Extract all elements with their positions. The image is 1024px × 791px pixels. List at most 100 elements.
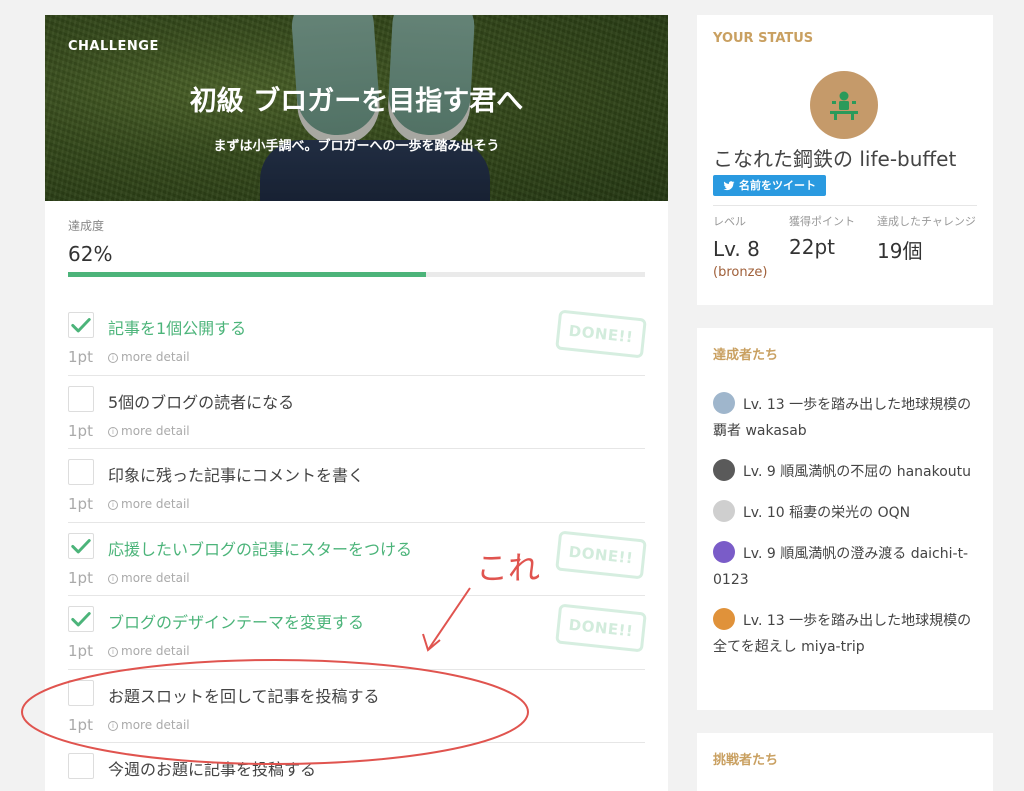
progress-bar-fill	[68, 272, 426, 277]
achiever-text[interactable]: Lv. 13 一歩を踏み出した地球規模の全てを超えし miya-trip	[713, 613, 971, 655]
more-detail-label: more detail	[121, 717, 190, 732]
info-icon: i	[108, 353, 118, 363]
challengers-heading: 挑戦者たち	[713, 753, 779, 768]
level-rank: (bronze)	[713, 265, 768, 280]
achiever-avatar[interactable]	[713, 459, 735, 481]
more-detail-label: more detail	[121, 423, 190, 438]
challenge-hero-image: CHALLENGE 初級 ブロガーを目指す君へ まずは小手調べ。ブロガーへの一歩…	[45, 15, 668, 201]
task-points: 1pt	[68, 421, 93, 440]
user-title-name: こなれた鋼鉄の life-buffet	[713, 147, 957, 171]
progress-label: 達成度	[68, 219, 105, 233]
challenge-card: CHALLENGE 初級 ブロガーを目指す君へ まずは小手調べ。ブロガーへの一歩…	[45, 15, 668, 791]
achiever-text[interactable]: Lv. 9 順風満帆の澄み渡る daichi-t-0123	[713, 546, 968, 588]
stat-challenges: 達成したチャレンジ 19個	[877, 215, 977, 264]
achiever-item[interactable]: Lv. 9 順風満帆の不屈の hanakoutu	[713, 459, 983, 485]
tweet-button-label: 名前をツイート	[739, 179, 816, 192]
task-row: 今週のお題に記事を投稿する1ptimore detail	[68, 743, 645, 791]
stat-points: 獲得ポイント 22pt	[789, 215, 859, 259]
challenge-title: 初級 ブロガーを目指す君へ	[189, 86, 524, 117]
task-label[interactable]: 5個のブログの読者になる	[108, 389, 294, 413]
task-list: 記事を1個公開する 1pt i more detail DONE!! 5個のブログの読者に…	[68, 302, 647, 791]
more-detail-link[interactable]: i more detail	[108, 497, 190, 511]
more-detail-link[interactable]: i more detail	[108, 424, 190, 438]
task-checkbox[interactable]	[68, 312, 94, 338]
checkmark-icon	[71, 318, 91, 333]
more-detail-label: more detail	[121, 350, 190, 364]
task-row: お題スロットを回して記事を投稿する 1pt i more detail	[68, 670, 645, 743]
more-detail-link[interactable]: i more detail	[108, 571, 190, 585]
task-checkbox[interactable]	[68, 532, 94, 559]
achiever-item[interactable]: Lv. 13 一歩を踏み出した地球規模の全てを超えし miya-trip	[713, 608, 983, 660]
task-label[interactable]: 今週のお題に記事を投稿する	[108, 756, 316, 780]
task-label[interactable]: 記事を1個公開する	[108, 315, 246, 339]
info-icon: i	[108, 720, 118, 731]
task-row: 5個のブログの読者になる 1pt i more detail	[68, 376, 645, 449]
achievers-card: 達成者たち Lv. 13 一歩を踏み出した地球規模の覇者 wakasab Lv. …	[697, 328, 993, 710]
task-checkbox[interactable]	[68, 385, 94, 412]
level-value: Lv. 8	[713, 237, 760, 261]
more-detail-label: more detail	[121, 570, 190, 585]
more-detail-link[interactable]: i more detail	[108, 644, 190, 658]
twitter-bird-icon	[723, 180, 735, 190]
checkmark-icon	[71, 538, 91, 553]
user-avatar[interactable]	[810, 71, 878, 139]
achiever-avatar[interactable]	[713, 608, 735, 630]
task-points: 1pt	[68, 568, 93, 587]
challengers-card: 挑戦者たち	[697, 733, 993, 791]
done-stamp: DONE!!	[555, 309, 647, 359]
achiever-text[interactable]: Lv. 13 一歩を踏み出した地球規模の覇者 wakasab	[713, 397, 971, 439]
checkmark-icon	[71, 612, 91, 627]
achiever-text[interactable]: Lv. 10 稲妻の栄光の OQN	[743, 505, 910, 521]
achiever-avatar[interactable]	[713, 541, 735, 563]
achievers-heading: 達成者たち	[713, 348, 779, 363]
task-checkbox[interactable]	[68, 753, 94, 779]
annotation-label: これ	[476, 549, 541, 587]
task-row: 応援したいブログの記事にスターをつける 1pt i more detail DONE!!	[68, 523, 647, 596]
achiever-item[interactable]: Lv. 9 順風満帆の澄み渡る daichi-t-0123	[713, 541, 983, 593]
done-stamp: DONE!!	[555, 530, 647, 579]
more-detail-link[interactable]: i more detail	[108, 350, 190, 364]
points-value: 22pt	[789, 235, 835, 259]
task-checkbox[interactable]	[68, 679, 94, 706]
more-detail-label: more detail	[121, 497, 190, 511]
person-at-desk-icon	[830, 91, 858, 120]
level-label: レベル	[713, 215, 746, 228]
task-points: 1pt	[68, 348, 93, 366]
task-points: 1pt	[68, 495, 93, 513]
task-label[interactable]: 応援したいブログの記事にスターをつける	[108, 536, 412, 560]
more-detail-link[interactable]: i more detail	[108, 718, 190, 732]
task-label[interactable]: お題スロットを回して記事を投稿する	[108, 683, 380, 707]
task-points: 1pt	[68, 715, 93, 734]
status-heading: YOUR STATUS	[713, 31, 814, 46]
status-divider	[713, 205, 977, 206]
progress-section: 達成度 62%	[68, 217, 645, 277]
task-row: 記事を1個公開する 1pt i more detail DONE!!	[68, 302, 647, 376]
task-points: 1pt	[68, 642, 93, 660]
task-checkbox[interactable]	[68, 459, 94, 485]
info-icon: i	[108, 647, 118, 657]
challenges-label: 達成したチャレンジ	[877, 215, 976, 228]
achiever-avatar[interactable]	[713, 392, 735, 414]
challenge-subtitle: まずは小手調べ。ブロガーへの一歩を踏み出そう	[213, 139, 500, 154]
info-icon: i	[108, 426, 118, 437]
your-status-card: YOUR STATUS こなれた鋼鉄の life-buffet 名前をツイート …	[697, 15, 993, 305]
info-icon: i	[108, 500, 118, 510]
tweet-name-button[interactable]: 名前をツイート	[713, 175, 826, 196]
stat-level: レベル Lv. 8 (bronze)	[713, 215, 783, 280]
progress-value: 62%	[68, 242, 113, 266]
task-checkbox[interactable]	[68, 606, 94, 632]
achiever-item[interactable]: Lv. 13 一歩を踏み出した地球規模の覇者 wakasab	[713, 392, 983, 444]
progress-bar	[68, 272, 645, 277]
achiever-avatar[interactable]	[713, 500, 735, 522]
info-icon: i	[108, 573, 118, 584]
achiever-item[interactable]: Lv. 10 稲妻の栄光の OQN	[713, 500, 983, 526]
done-stamp: DONE!!	[555, 603, 647, 653]
task-row: 印象に残った記事にコメントを書く 1pt i more detail	[68, 449, 645, 523]
more-detail-label: more detail	[121, 644, 190, 658]
achievers-list: Lv. 13 一歩を踏み出した地球規模の覇者 wakasab Lv. 9 順風満帆…	[713, 392, 983, 675]
challenges-value: 19個	[877, 239, 923, 263]
challenge-tag: CHALLENGE	[68, 39, 159, 54]
achiever-text[interactable]: Lv. 9 順風満帆の不屈の hanakoutu	[743, 464, 971, 480]
task-label[interactable]: ブログのデザインテーマを変更する	[108, 609, 364, 633]
task-label[interactable]: 印象に残った記事にコメントを書く	[108, 462, 364, 486]
